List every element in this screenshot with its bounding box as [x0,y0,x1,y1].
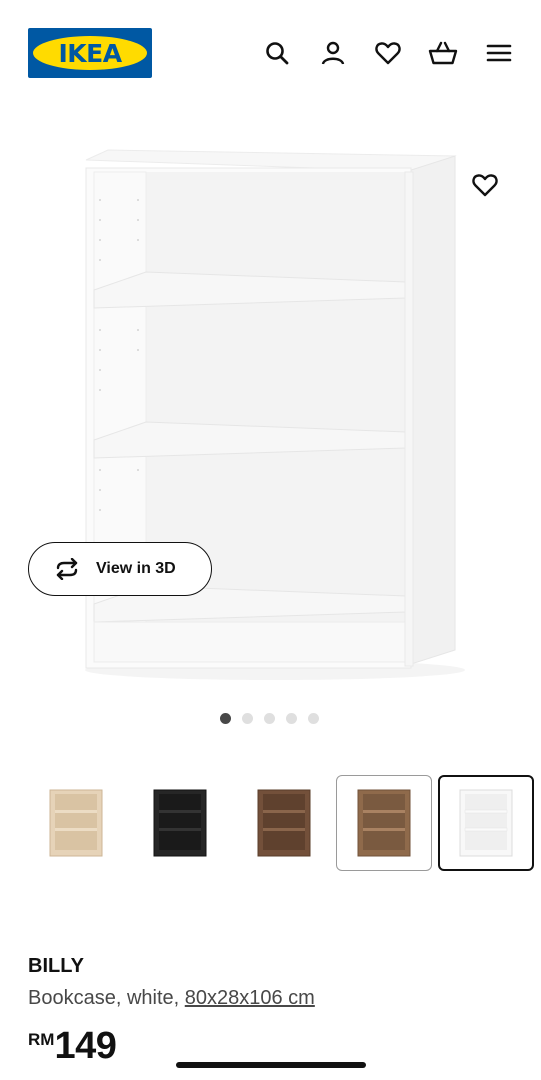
carousel-dot-1[interactable] [220,713,231,724]
top-header: IKEA [0,0,541,100]
bookcase-thumbnail-icon [153,789,207,857]
price-amount: 149 [54,1025,117,1067]
bookcase-thumbnail-icon [357,789,411,857]
variant-brown-walnut-effect[interactable] [236,775,332,871]
rotate-3d-icon [52,558,82,580]
carousel-dot-4[interactable] [286,713,297,724]
variant-birch-effect[interactable] [28,775,124,871]
product-name: BILLY [28,955,84,977]
product-image[interactable] [0,130,541,700]
logo-text: IKEA [58,38,122,68]
menu-icon[interactable] [484,38,514,68]
bookcase-thumbnail-icon [459,789,513,857]
carousel-dots [220,713,319,725]
variant-white[interactable] [438,775,534,871]
view-in-3d-label: View in 3D [96,560,176,577]
user-icon[interactable] [318,38,348,68]
price-currency: RM [28,1030,55,1049]
view-in-3d-button[interactable]: View in 3D [28,542,212,596]
variant-oak-effect[interactable] [336,775,432,871]
product-page: IKEA View in 3D BILLY Bookcase, white, 8… [0,0,541,1080]
ikea-logo[interactable]: IKEA [28,28,152,78]
bookcase-thumbnail-icon [257,789,311,857]
carousel-dot-2[interactable] [242,713,253,724]
home-indicator[interactable] [176,1062,366,1068]
add-to-favourites-icon[interactable] [468,168,502,202]
product-description: Bookcase, white, 80x28x106 cm [28,987,315,1010]
product-type-text: Bookcase, white, [28,987,185,1009]
variant-black-brown[interactable] [132,775,228,871]
product-price: RM 149 [28,1024,117,1068]
search-icon[interactable] [262,38,292,68]
product-dimensions-link[interactable]: 80x28x106 cm [185,987,315,1009]
heart-icon[interactable] [373,38,403,68]
carousel-dot-3[interactable] [264,713,275,724]
bookcase-thumbnail-icon [49,789,103,857]
basket-icon[interactable] [428,38,458,68]
logo-oval: IKEA [33,36,147,70]
carousel-dot-5[interactable] [308,713,319,724]
